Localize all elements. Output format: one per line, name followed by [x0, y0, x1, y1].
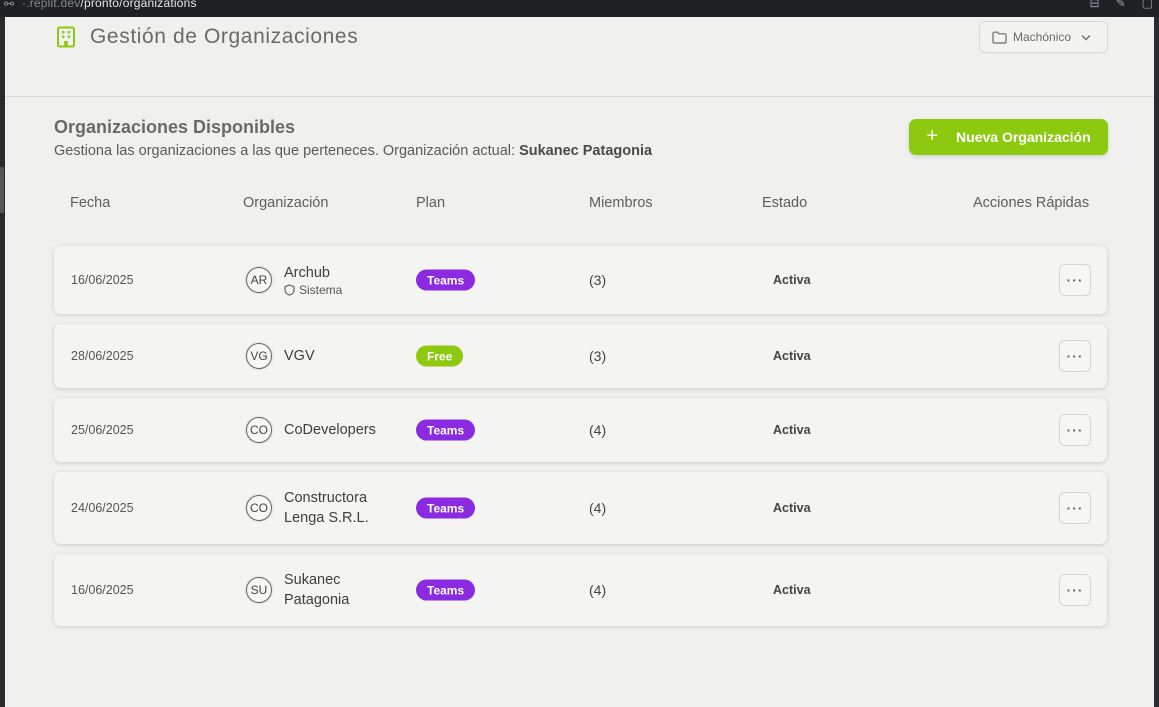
- column-header-plan[interactable]: Plan: [416, 195, 445, 211]
- avatar: CO: [246, 495, 272, 521]
- wrench-icon[interactable]: ✎: [1116, 0, 1126, 10]
- project-select[interactable]: Machónico: [979, 21, 1108, 53]
- avatar: AR: [246, 267, 272, 293]
- org-name: Constructora Lenga S.R.L.: [284, 490, 369, 526]
- row-actions-button[interactable]: ···: [1059, 414, 1091, 446]
- members-count: (4): [589, 422, 607, 438]
- page-header: Gestión de Organizaciones Machónico: [5, 17, 1154, 97]
- new-organization-button[interactable]: + Nueva Organización: [909, 119, 1108, 155]
- row-date: 28/06/2025: [71, 349, 134, 363]
- url-text[interactable]: ·.replit.dev/pronto/organizations: [22, 0, 197, 10]
- project-select-value: Machónico: [1013, 30, 1072, 44]
- section-subtitle: Gestiona las organizaciones a las que pe…: [54, 143, 653, 159]
- avatar: VG: [246, 343, 272, 369]
- shield-icon: [284, 284, 295, 296]
- members-count: (3): [589, 272, 607, 288]
- status-label: Activa: [773, 583, 811, 597]
- avatar: CO: [246, 417, 272, 443]
- members-count: (4): [589, 582, 607, 598]
- plan-badge: Teams: [416, 579, 476, 601]
- chevron-down-icon: [1081, 34, 1091, 40]
- folder-icon: [992, 31, 1007, 44]
- link-icon: ⚯: [4, 0, 15, 11]
- org-name: VGV: [284, 348, 315, 364]
- status-label: Activa: [773, 273, 811, 287]
- section-title: Organizaciones Disponibles: [54, 117, 296, 137]
- row-actions-button[interactable]: ···: [1059, 340, 1091, 372]
- row-actions-button[interactable]: ···: [1059, 492, 1091, 524]
- plan-badge: Teams: [416, 269, 476, 291]
- table-row[interactable]: 16/06/2025 AR Archub Sistema Teams (3) A…: [54, 246, 1107, 314]
- avatar: SU: [246, 577, 272, 603]
- column-header-quick-actions: Acciones Rápidas: [973, 195, 1090, 211]
- table-row[interactable]: 28/06/2025 VG VGV Free (3) Activa ···: [54, 324, 1107, 388]
- browser-tools: ⊟ ✎ ▢: [1090, 0, 1153, 10]
- status-label: Activa: [773, 349, 811, 363]
- table-row[interactable]: 16/06/2025 SU Sukanec Patagonia Teams (4…: [54, 554, 1107, 626]
- column-header-members[interactable]: Miembros: [589, 195, 653, 211]
- column-header-date[interactable]: Fecha: [70, 195, 110, 211]
- building-icon: [57, 26, 75, 48]
- row-date: 25/06/2025: [71, 423, 134, 437]
- row-date: 16/06/2025: [71, 583, 134, 597]
- sidebar-handle[interactable]: [0, 167, 4, 213]
- org-name: CoDevelopers: [284, 422, 376, 438]
- page-title: Gestión de Organizaciones: [90, 25, 359, 48]
- plan-badge: Teams: [416, 497, 476, 519]
- table-row[interactable]: 24/06/2025 CO Constructora Lenga S.R.L. …: [54, 472, 1107, 544]
- plus-icon: +: [926, 125, 939, 147]
- column-header-status[interactable]: Estado: [762, 195, 807, 211]
- plan-badge: Teams: [416, 419, 476, 441]
- table-row[interactable]: 25/06/2025 CO CoDevelopers Teams (4) Act…: [54, 398, 1107, 462]
- reader-icon[interactable]: ⊟: [1090, 0, 1100, 10]
- row-date: 16/06/2025: [71, 273, 134, 287]
- status-label: Activa: [773, 423, 811, 437]
- org-name: Archub Sistema: [284, 265, 343, 297]
- members-count: (3): [589, 348, 607, 364]
- extension-icon[interactable]: ▢: [1142, 0, 1153, 10]
- org-name: Sukanec Patagonia: [284, 572, 350, 608]
- status-label: Activa: [773, 501, 811, 515]
- column-header-organization[interactable]: Organización: [243, 195, 328, 211]
- row-date: 24/06/2025: [71, 501, 134, 515]
- current-organization: Sukanec Patagonia: [519, 143, 653, 159]
- row-actions-button[interactable]: ···: [1059, 264, 1091, 296]
- system-tag: Sistema: [284, 283, 342, 297]
- plan-badge: Free: [416, 345, 464, 367]
- row-actions-button[interactable]: ···: [1059, 574, 1091, 606]
- browser-address-bar: ⚯ ·.replit.dev/pronto/organizations ⊟ ✎ …: [0, 0, 1159, 17]
- app-main: Gestión de Organizaciones Machónico Orga…: [5, 17, 1154, 707]
- right-edge: [1154, 17, 1159, 707]
- members-count: (4): [589, 500, 607, 516]
